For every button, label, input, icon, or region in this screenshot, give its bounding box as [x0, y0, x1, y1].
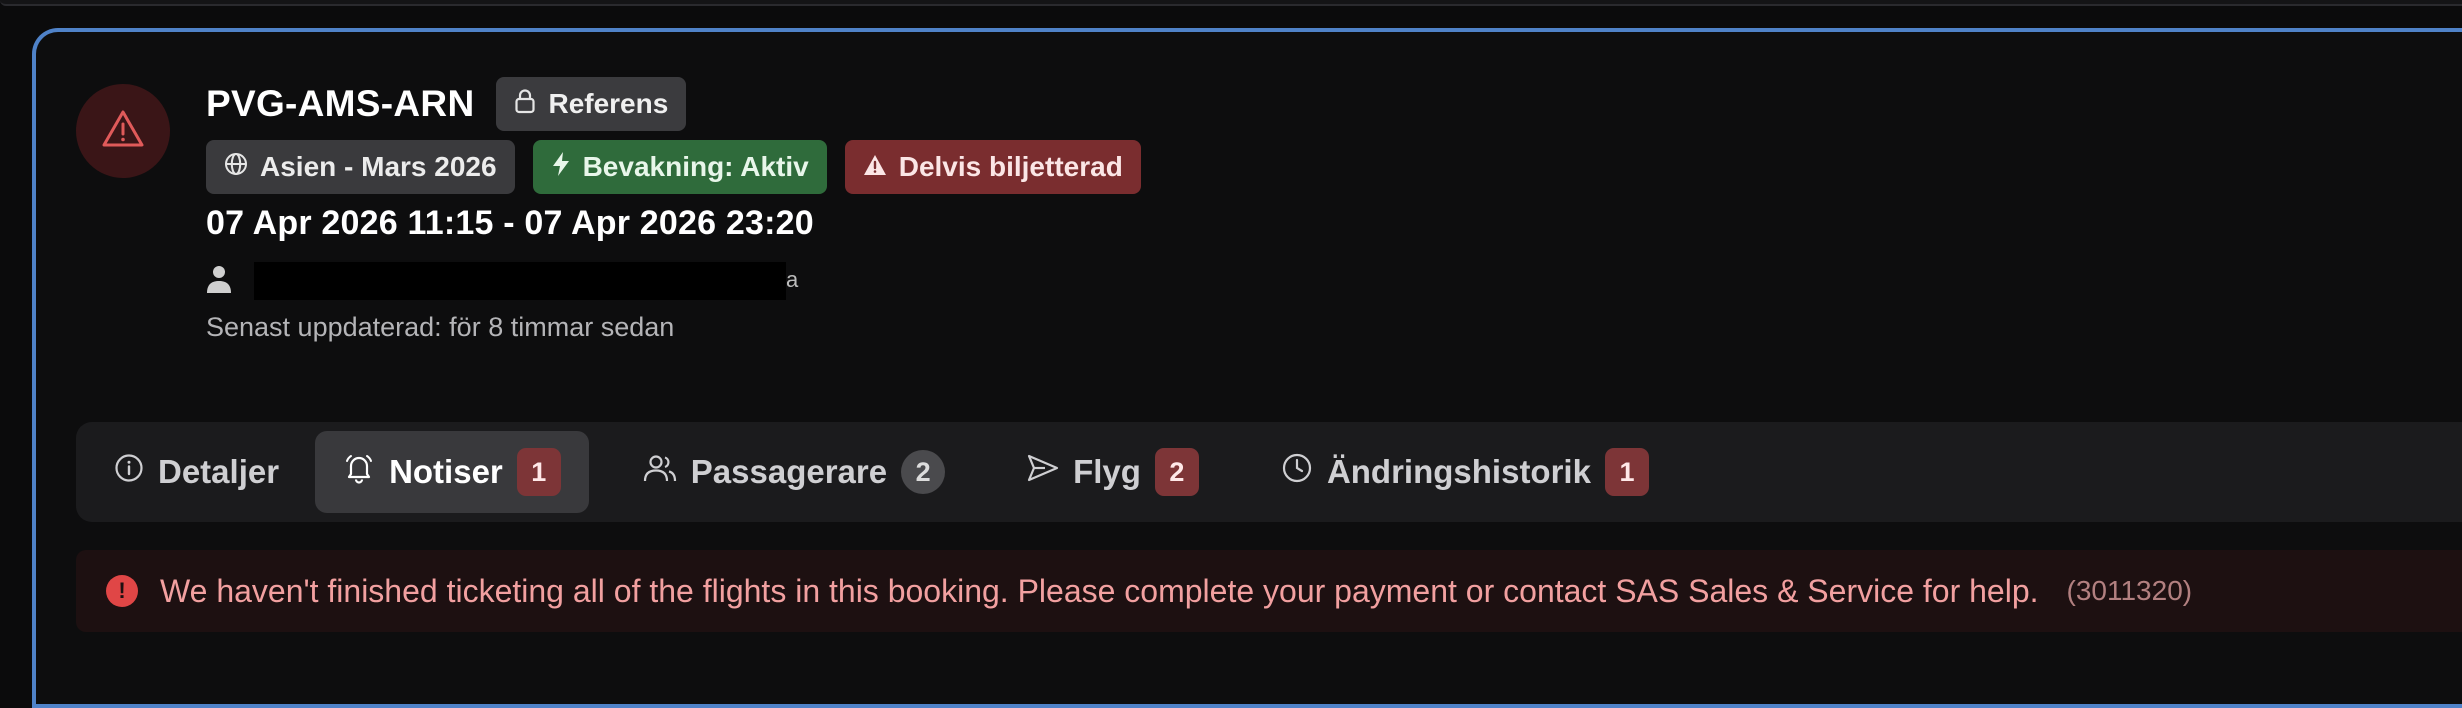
date-range: 07 Apr 2026 11:15 - 07 Apr 2026 23:20 — [206, 204, 814, 242]
tab-passengers-label: Passagerare — [690, 453, 888, 490]
trip-badge[interactable]: Asien - Mars 2026 — [206, 140, 515, 194]
passengers-count-badge: 2 — [901, 450, 946, 494]
send-plane-icon — [1027, 453, 1059, 491]
tab-details-label: Detaljer — [158, 453, 280, 490]
tab-change-history-label: Ändringshistorik — [1326, 453, 1591, 490]
ticketing-alert: ! We haven't finished ticketing all of t… — [76, 550, 2462, 632]
person-icon — [206, 264, 232, 299]
alert-triangle-icon — [863, 151, 887, 183]
lock-icon — [514, 88, 536, 121]
tab-flights[interactable]: Flyg 2 — [999, 431, 1227, 513]
watch-status-label: Bevakning: Aktiv — [582, 151, 809, 182]
tab-flights-label: Flyg — [1073, 453, 1141, 490]
ticketing-status-badge[interactable]: Delvis biljetterad — [844, 140, 1141, 194]
change-history-count-badge: 1 — [1604, 448, 1649, 496]
clock-icon — [1281, 452, 1313, 492]
trip-badge-label: Asien - Mars 2026 — [260, 151, 497, 182]
tab-bar: Detaljer Notiser 1 Passagerare 2 Flyg 2 … — [76, 422, 2462, 522]
tab-notifications-label: Notiser — [389, 453, 503, 490]
passenger-row: a — [206, 262, 798, 300]
reference-label: Referens — [548, 88, 669, 119]
alert-message: We haven't finished ticketing all of the… — [160, 572, 2039, 609]
warning-triangle-icon — [101, 109, 145, 154]
title-row: PVG-AMS-ARN Referens — [206, 76, 687, 132]
tab-passengers[interactable]: Passagerare 2 — [615, 431, 973, 513]
tab-details[interactable]: Detaljer — [86, 431, 307, 513]
ticketing-status-label: Delvis biljetterad — [898, 151, 1123, 182]
flights-count-badge: 2 — [1154, 448, 1199, 496]
tab-change-history[interactable]: Ändringshistorik 1 — [1253, 431, 1677, 513]
bell-icon — [343, 452, 375, 492]
reference-button[interactable]: Referens — [496, 77, 687, 131]
tab-notifications[interactable]: Notiser 1 — [315, 431, 589, 513]
globe-icon — [224, 151, 248, 183]
exclamation-circle-icon: ! — [106, 575, 138, 607]
watch-status-badge[interactable]: Bevakning: Aktiv — [532, 140, 827, 194]
redacted-tail-glyph: a — [786, 267, 799, 292]
users-icon — [643, 453, 677, 491]
route-title: PVG-AMS-ARN — [206, 83, 475, 124]
lightning-icon — [551, 151, 571, 184]
notifications-count-badge: 1 — [516, 448, 561, 496]
info-icon — [114, 453, 144, 491]
previous-card-edge — [0, 0, 2462, 6]
redacted-passenger-name: a — [254, 262, 798, 300]
last-updated: Senast uppdaterad: för 8 timmar sedan — [206, 312, 675, 342]
badge-row: Asien - Mars 2026 Bevakning: Aktiv Delvi… — [206, 140, 1141, 194]
warning-avatar — [76, 84, 170, 178]
alert-code: (3011320) — [2066, 575, 2193, 606]
